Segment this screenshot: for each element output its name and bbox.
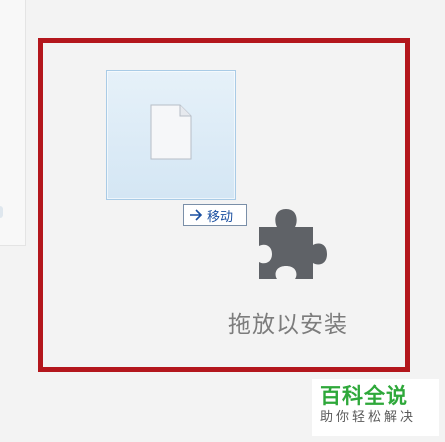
watermark-subtitle: 助你轻松解决: [320, 410, 417, 425]
page: 移动 拖放以安装 百科全说 助你轻松解决: [0, 0, 445, 442]
dragged-file-tile[interactable]: [106, 70, 236, 200]
watermark-logo: 百科全说 助你轻松解决: [312, 379, 439, 436]
file-icon: [150, 104, 192, 164]
left-side-panel: [0, 0, 26, 246]
watermark-title: 百科全说: [320, 384, 408, 408]
puzzle-piece-icon: [255, 205, 329, 285]
drop-to-install-label: 拖放以安装: [228, 312, 348, 338]
panel-edge-handle: [0, 206, 3, 218]
move-badge-label: 移动: [207, 209, 234, 225]
arrow-right-icon: [189, 209, 203, 221]
move-cursor-badge: 移动: [183, 204, 247, 226]
